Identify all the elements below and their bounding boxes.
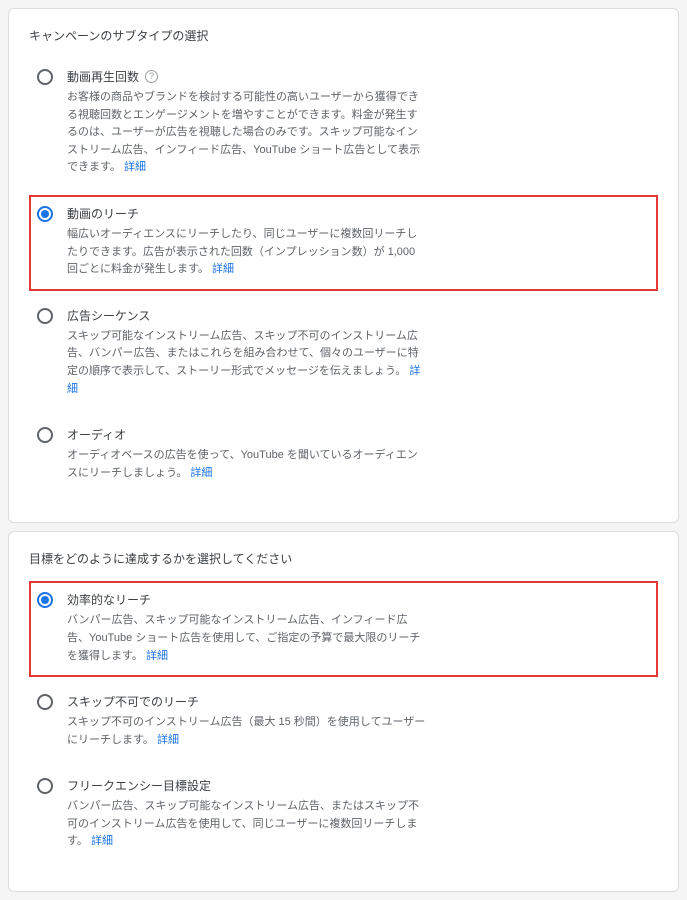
option-label: スキップ不可でのリーチ — [67, 693, 427, 710]
option-description-text: スキップ不可のインストリーム広告（最大 15 秒間）を使用してユーザーにリーチし… — [67, 716, 425, 746]
details-link[interactable]: 詳細 — [91, 835, 113, 847]
option-video-views[interactable]: 動画再生回数? お客様の商品やブランドを検討する可能性の高いユーザーから獲得できる… — [29, 58, 658, 189]
option-description: オーディオベースの広告を使って、YouTube を聞いているオーディエンスにリー… — [67, 447, 427, 482]
option-label: 効率的なリーチ — [67, 591, 427, 608]
option-body: スキップ不可でのリーチスキップ不可のインストリーム広告（最大 15 秒間）を使用… — [67, 693, 427, 749]
radio-ad-sequence[interactable] — [37, 308, 53, 324]
option-non-skippable-reach[interactable]: スキップ不可でのリーチスキップ不可のインストリーム広告（最大 15 秒間）を使用… — [29, 683, 658, 761]
option-description: スキップ可能なインストリーム広告、スキップ不可のインストリーム広告、バンパー広告… — [67, 328, 427, 398]
option-video-reach[interactable]: 動画のリーチ幅広いオーディエンスにリーチしたり、同じユーザーに複数回リーチしたり… — [29, 195, 658, 291]
option-label-text: 動画再生回数 — [67, 68, 139, 85]
option-description-text: 幅広いオーディエンスにリーチしたり、同じユーザーに複数回リーチしたりできます。広… — [67, 228, 417, 275]
card-title: キャンペーンのサブタイプの選択 — [29, 27, 658, 44]
option-description: お客様の商品やブランドを検討する可能性の高いユーザーから獲得できる視聴回数とエン… — [67, 89, 427, 177]
radio-audio[interactable] — [37, 427, 53, 443]
option-body: 広告シーケンススキップ可能なインストリーム広告、スキップ不可のインストリーム広告… — [67, 307, 427, 398]
campaign-subtype-card: キャンペーンのサブタイプの選択動画再生回数? お客様の商品やブランドを検討する可能… — [8, 8, 679, 523]
option-label: 広告シーケンス — [67, 307, 427, 324]
option-label-text: 効率的なリーチ — [67, 591, 151, 608]
option-body: 動画再生回数? お客様の商品やブランドを検討する可能性の高いユーザーから獲得できる… — [67, 68, 427, 177]
option-description: バンパー広告、スキップ可能なインストリーム広告、またはスキップ不可のインストリー… — [67, 798, 427, 851]
details-link[interactable]: 詳細 — [212, 263, 234, 275]
details-link[interactable]: 詳細 — [190, 467, 212, 479]
option-label: 動画のリーチ — [67, 205, 427, 222]
option-audio[interactable]: オーディオオーディオベースの広告を使って、YouTube を聞いているオーディエ… — [29, 416, 658, 494]
radio-video-views[interactable] — [37, 69, 53, 85]
radio-non-skippable-reach[interactable] — [37, 694, 53, 710]
option-frequency-goal[interactable]: フリークエンシー目標設定バンパー広告、スキップ可能なインストリーム広告、またはス… — [29, 767, 658, 863]
details-link[interactable]: 詳細 — [124, 161, 146, 173]
help-icon[interactable]: ? — [145, 70, 158, 83]
option-description: スキップ不可のインストリーム広告（最大 15 秒間）を使用してユーザーにリーチし… — [67, 714, 427, 749]
option-label: オーディオ — [67, 426, 427, 443]
option-description-text: スキップ可能なインストリーム広告、スキップ不可のインストリーム広告、バンパー広告… — [67, 330, 419, 377]
details-link[interactable]: 詳細 — [157, 734, 179, 746]
option-body: 効率的なリーチバンパー広告、スキップ可能なインストリーム広告、インフィード広告、… — [67, 591, 427, 665]
option-efficient-reach[interactable]: 効率的なリーチバンパー広告、スキップ可能なインストリーム広告、インフィード広告、… — [29, 581, 658, 677]
option-description-text: オーディオベースの広告を使って、YouTube を聞いているオーディエンスにリー… — [67, 449, 418, 479]
option-description: 幅広いオーディエンスにリーチしたり、同じユーザーに複数回リーチしたりできます。広… — [67, 226, 427, 279]
option-label: 動画再生回数? — [67, 68, 427, 85]
radio-frequency-goal[interactable] — [37, 778, 53, 794]
card-title: 目標をどのように達成するかを選択してください — [29, 550, 658, 567]
option-body: 動画のリーチ幅広いオーディエンスにリーチしたり、同じユーザーに複数回リーチしたり… — [67, 205, 427, 279]
option-description-text: お客様の商品やブランドを検討する可能性の高いユーザーから獲得できる視聴回数とエン… — [67, 91, 420, 173]
option-label-text: フリークエンシー目標設定 — [67, 777, 211, 794]
option-label: フリークエンシー目標設定 — [67, 777, 427, 794]
option-ad-sequence[interactable]: 広告シーケンススキップ可能なインストリーム広告、スキップ不可のインストリーム広告… — [29, 297, 658, 410]
option-description-text: バンパー広告、スキップ可能なインストリーム広告、またはスキップ不可のインストリー… — [67, 800, 419, 847]
radio-efficient-reach[interactable] — [37, 592, 53, 608]
option-label-text: スキップ不可でのリーチ — [67, 693, 199, 710]
option-label-text: オーディオ — [67, 426, 126, 443]
option-body: フリークエンシー目標設定バンパー広告、スキップ可能なインストリーム広告、またはス… — [67, 777, 427, 851]
option-body: オーディオオーディオベースの広告を使って、YouTube を聞いているオーディエ… — [67, 426, 427, 482]
option-description: バンパー広告、スキップ可能なインストリーム広告、インフィード広告、YouTube… — [67, 612, 427, 665]
goal-method-card: 目標をどのように達成するかを選択してください効率的なリーチバンパー広告、スキップ… — [8, 531, 679, 892]
option-description-text: バンパー広告、スキップ可能なインストリーム広告、インフィード広告、YouTube… — [67, 614, 420, 661]
option-label-text: 広告シーケンス — [67, 307, 150, 324]
details-link[interactable]: 詳細 — [146, 650, 168, 662]
radio-video-reach[interactable] — [37, 206, 53, 222]
option-label-text: 動画のリーチ — [67, 205, 139, 222]
